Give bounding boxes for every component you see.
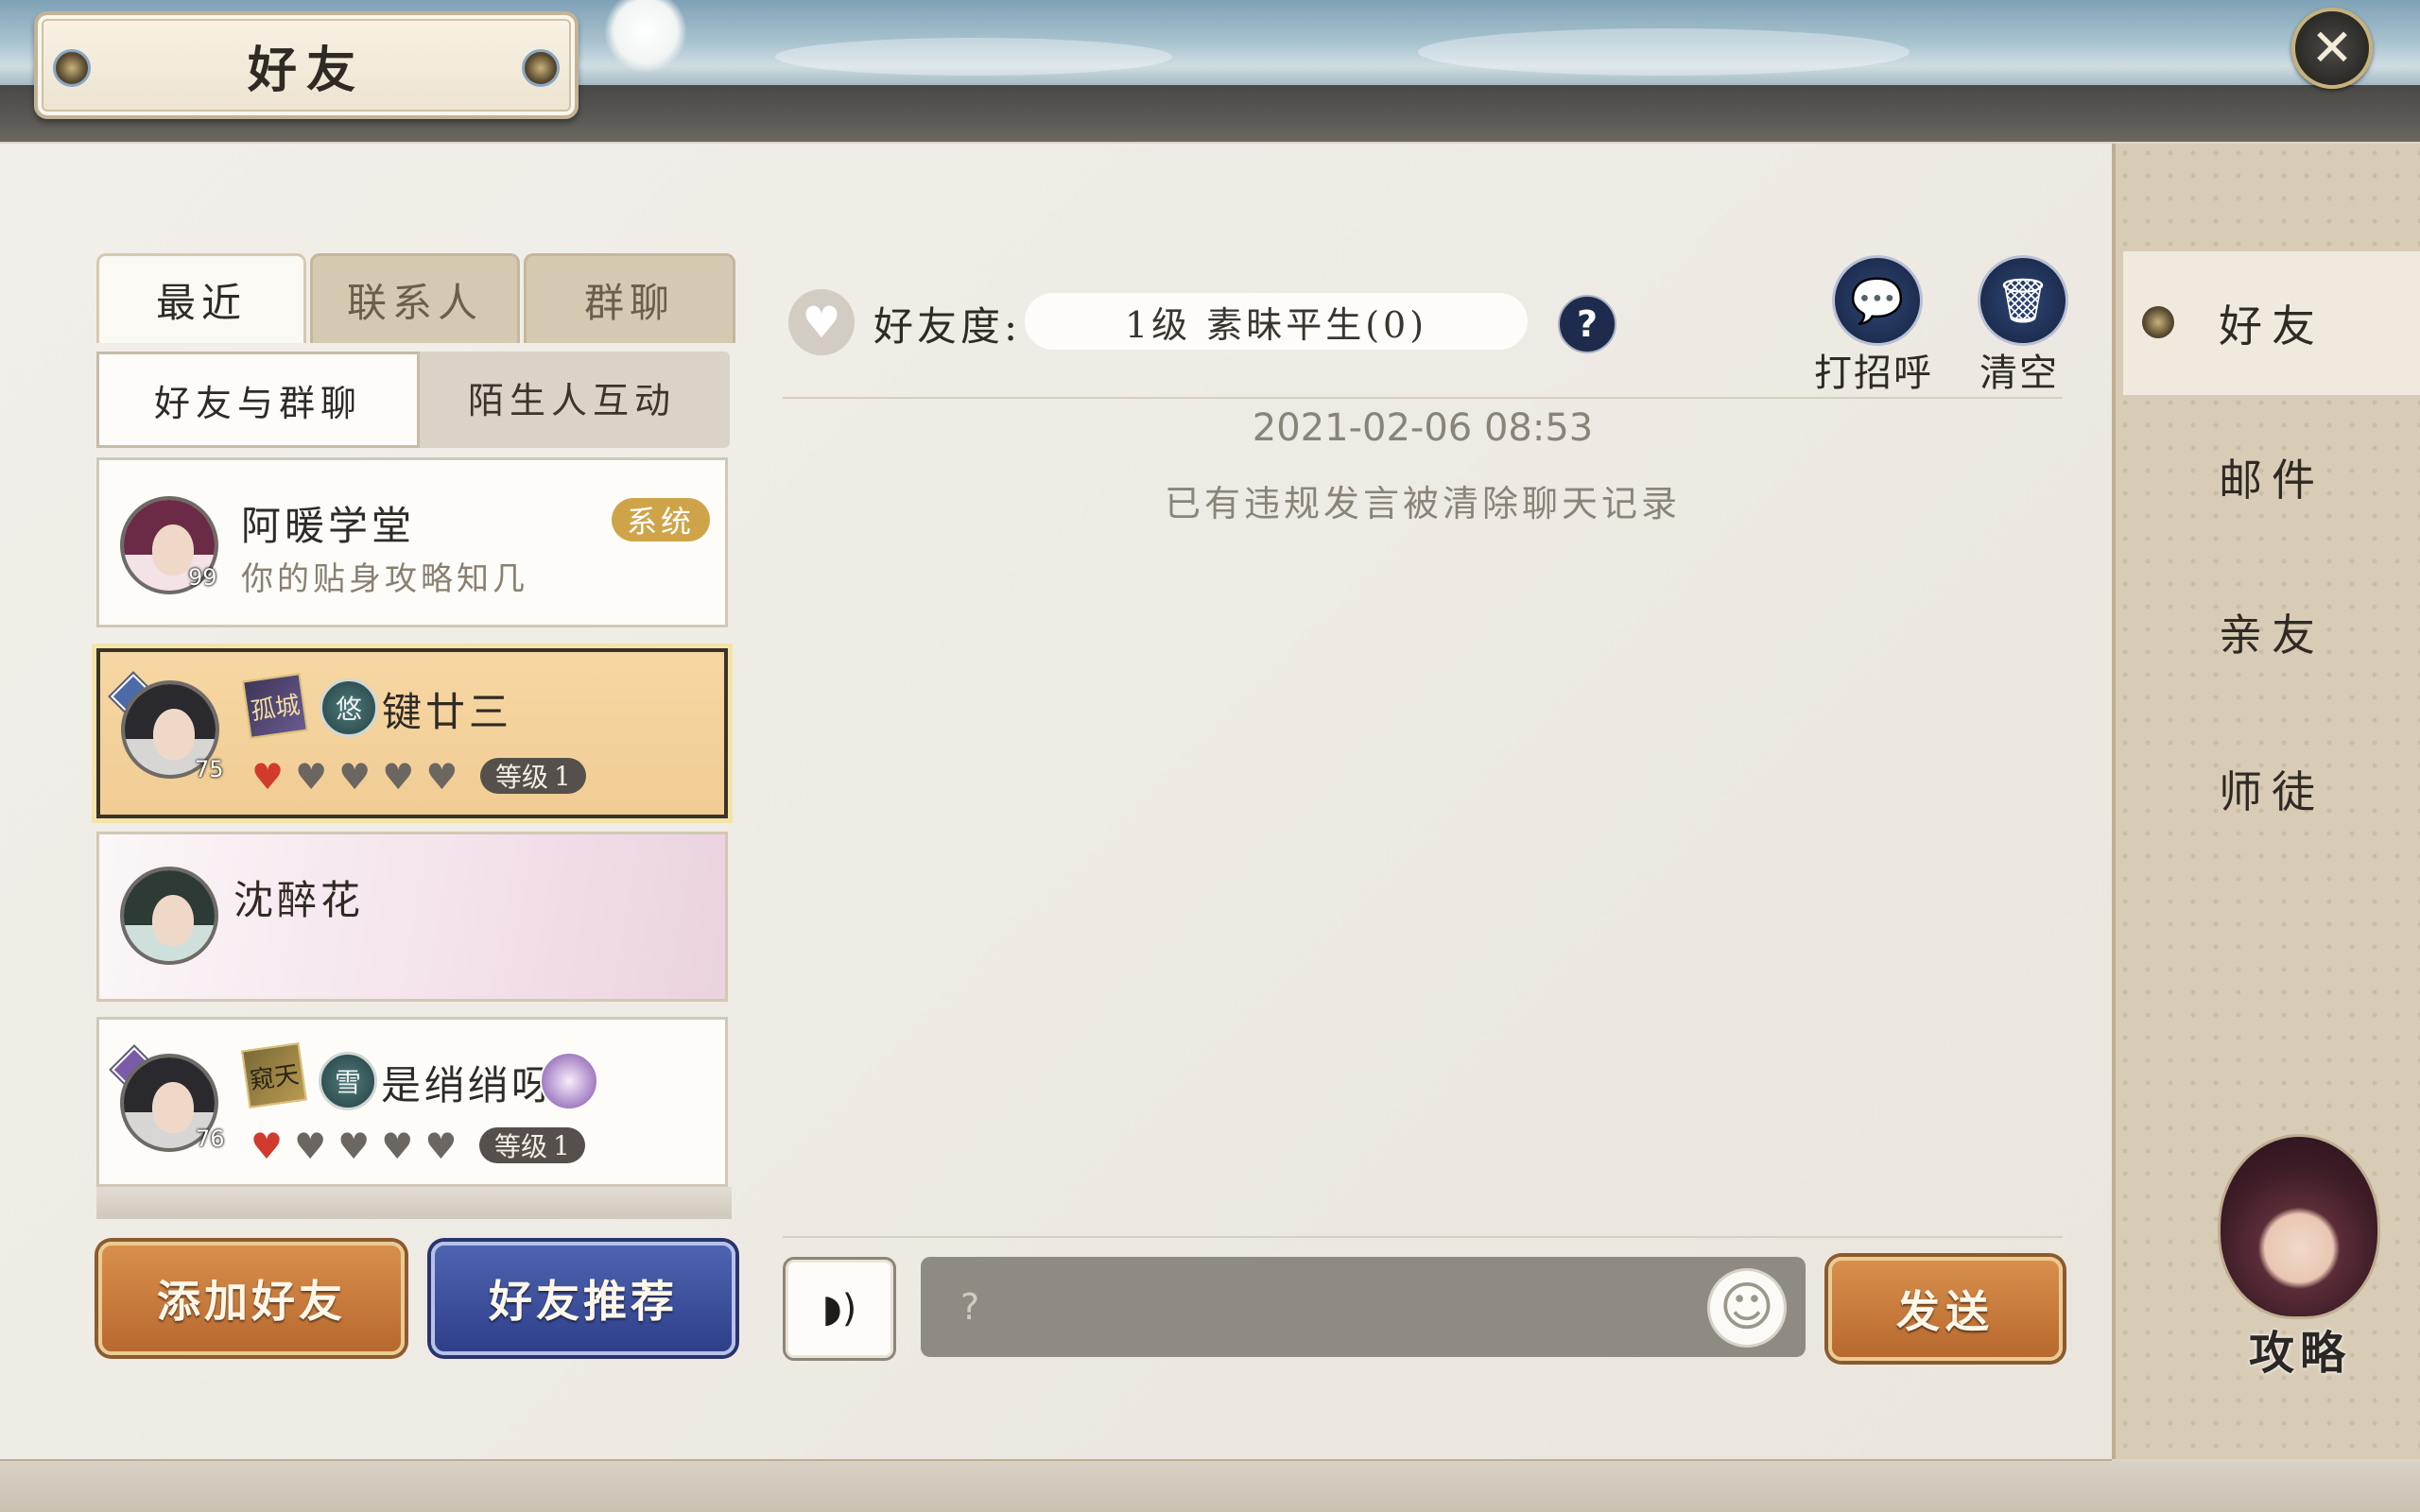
- ornament-knob-icon: [2142, 306, 2174, 338]
- level-label: 等级: [494, 1131, 548, 1162]
- school-tag: 雪: [319, 1052, 377, 1110]
- heart-icon: ♥: [424, 1125, 458, 1167]
- bottom-band: [0, 1461, 2420, 1512]
- heart-icon: ♥: [294, 1125, 327, 1167]
- conversation-subtitle: 你的贴身攻略知几: [241, 560, 528, 598]
- rail-item-label: 师徒: [2219, 766, 2325, 817]
- heart-icon: ♥: [381, 1125, 414, 1167]
- chat-divider: [783, 1236, 2063, 1238]
- title-plaque: 好友: [34, 11, 579, 119]
- emoji-button[interactable]: ☺: [1707, 1268, 1787, 1348]
- guide-label[interactable]: 攻略: [2218, 1315, 2382, 1382]
- clear-label: 清空: [1979, 352, 2059, 395]
- help-button[interactable]: ?: [1558, 295, 1616, 353]
- smiley-icon: ☺: [1719, 1277, 1775, 1338]
- moon-decoration: [605, 0, 686, 72]
- heart-icon: ♥: [338, 756, 372, 798]
- conversation-name: 阿暖学堂: [241, 503, 416, 549]
- chat-divider: [783, 397, 2063, 399]
- add-friend-button[interactable]: 添加好友: [98, 1242, 405, 1355]
- subtab-label: 好友与群聊: [153, 382, 362, 424]
- close-icon: ✕: [2310, 18, 2354, 77]
- rail-item-close-friends[interactable]: 亲友: [2123, 561, 2420, 703]
- tab-group-chat[interactable]: 群聊: [524, 253, 735, 343]
- tab-contacts[interactable]: 联系人: [310, 253, 520, 343]
- page-title: 好友: [247, 41, 365, 99]
- chat-timestamp: 2021-02-06 08:53: [1252, 406, 1594, 450]
- avatar-level: 75: [195, 756, 224, 782]
- guide-avatar-button[interactable]: [2218, 1134, 2380, 1319]
- tab-label: 群聊: [583, 279, 675, 326]
- school-tag: 悠: [320, 679, 378, 737]
- rail-item-label: 好友: [2219, 301, 2325, 352]
- heart-icon: ♥: [425, 756, 458, 798]
- conversation-name: 键廿三: [382, 689, 513, 735]
- list-item[interactable]: 99 阿暖学堂 你的贴身攻略知几 系统: [96, 457, 728, 627]
- rail-item-mail[interactable]: 邮件: [2123, 406, 2420, 548]
- level-value: 1: [554, 760, 571, 792]
- subtab-friends-groups[interactable]: 好友与群聊: [96, 352, 420, 448]
- system-badge: 系统: [612, 498, 710, 541]
- level-pill: 等级 1: [480, 758, 586, 794]
- friend-recommend-button[interactable]: 好友推荐: [431, 1242, 735, 1355]
- greet-label: 打招呼: [1814, 352, 1933, 395]
- voice-wave-icon: ◗): [821, 1287, 857, 1331]
- rail-item-label: 邮件: [2219, 455, 2325, 506]
- chat-input[interactable]: [959, 1278, 1681, 1336]
- rail-item-friends[interactable]: 好友: [2123, 251, 2420, 395]
- conversation-name: 沈醉花: [233, 877, 365, 923]
- affinity-heart-icon: ♥: [788, 289, 855, 355]
- avatar-level: 99: [188, 564, 217, 591]
- cloud-decoration: [1418, 28, 1910, 76]
- greet-button[interactable]: 💬 打招呼: [1798, 255, 1949, 397]
- rail-item-mentorship[interactable]: 师徒: [2123, 718, 2420, 860]
- level-label: 等级: [495, 762, 549, 793]
- voice-button[interactable]: ◗): [783, 1257, 896, 1361]
- avatar-face: [153, 709, 195, 760]
- heart-icon: ♥: [295, 756, 328, 798]
- subtab-stranger-interactions[interactable]: 陌生人互动: [414, 352, 730, 442]
- close-button[interactable]: ✕: [2291, 8, 2373, 89]
- heart-icon: ♥: [251, 1125, 284, 1167]
- avatar-face: [152, 1082, 194, 1133]
- conversation-list[interactable]: 99 阿暖学堂 你的贴身攻略知几 系统 75 孤城 悠 键廿三 ♥ ♥ ♥ ♥ …: [96, 457, 732, 1213]
- affinity-hearts: ♥ ♥ ♥ ♥ ♥: [251, 1127, 457, 1165]
- tab-recent[interactable]: 最近: [96, 253, 306, 343]
- avatar-level: 76: [196, 1125, 225, 1152]
- trash-icon: 🗑: [1978, 255, 2068, 346]
- ornament-knob-icon: [522, 49, 560, 87]
- heart-icon: ♥: [337, 1125, 371, 1167]
- subtab-label: 陌生人互动: [467, 379, 676, 421]
- affinity-hearts: ♥ ♥ ♥ ♥ ♥: [251, 758, 458, 796]
- tab-label: 最近: [155, 279, 247, 326]
- cloud-decoration: [775, 38, 1172, 76]
- heart-icon: ♥: [382, 756, 415, 798]
- guild-tag: 孤城: [241, 672, 309, 740]
- list-item[interactable]: 75 孤城 悠 键廿三 ♥ ♥ ♥ ♥ ♥ 等级 1: [96, 648, 728, 818]
- list-item[interactable]: 沈醉花: [96, 832, 728, 1002]
- ornament-knob-icon: [53, 49, 91, 87]
- avatar: [120, 867, 218, 965]
- list-scroll-shadow: [96, 1187, 732, 1219]
- affinity-label: 好友度:: [873, 303, 1022, 350]
- flower-emblem-icon: [540, 1052, 598, 1110]
- heart-icon: ♥: [251, 756, 285, 798]
- chat-input-box: ☺: [921, 1257, 1806, 1357]
- rail-item-label: 亲友: [2219, 610, 2325, 661]
- send-button[interactable]: 发送: [1828, 1257, 2063, 1361]
- subtab-bar: 好友与群聊 陌生人互动: [96, 352, 730, 448]
- list-item[interactable]: 76 窥天 雪 是绡绡呀 ♥ ♥ ♥ ♥ ♥ 等级 1: [96, 1017, 728, 1187]
- conversation-name: 是绡绡呀: [381, 1062, 556, 1108]
- clear-button[interactable]: 🗑 清空: [1944, 255, 2095, 397]
- level-pill: 等级 1: [479, 1127, 585, 1163]
- chat-system-notice: 已有违规发言被清除聊天记录: [1164, 483, 1681, 524]
- level-value: 1: [553, 1129, 570, 1161]
- chat-bubbles-icon: 💬: [1832, 255, 1923, 346]
- guild-tag: 窥天: [240, 1041, 308, 1109]
- avatar-face: [152, 895, 194, 946]
- tab-label: 联系人: [346, 279, 483, 326]
- affinity-value-bar: 1级 素昧平生(0): [1025, 293, 1528, 350]
